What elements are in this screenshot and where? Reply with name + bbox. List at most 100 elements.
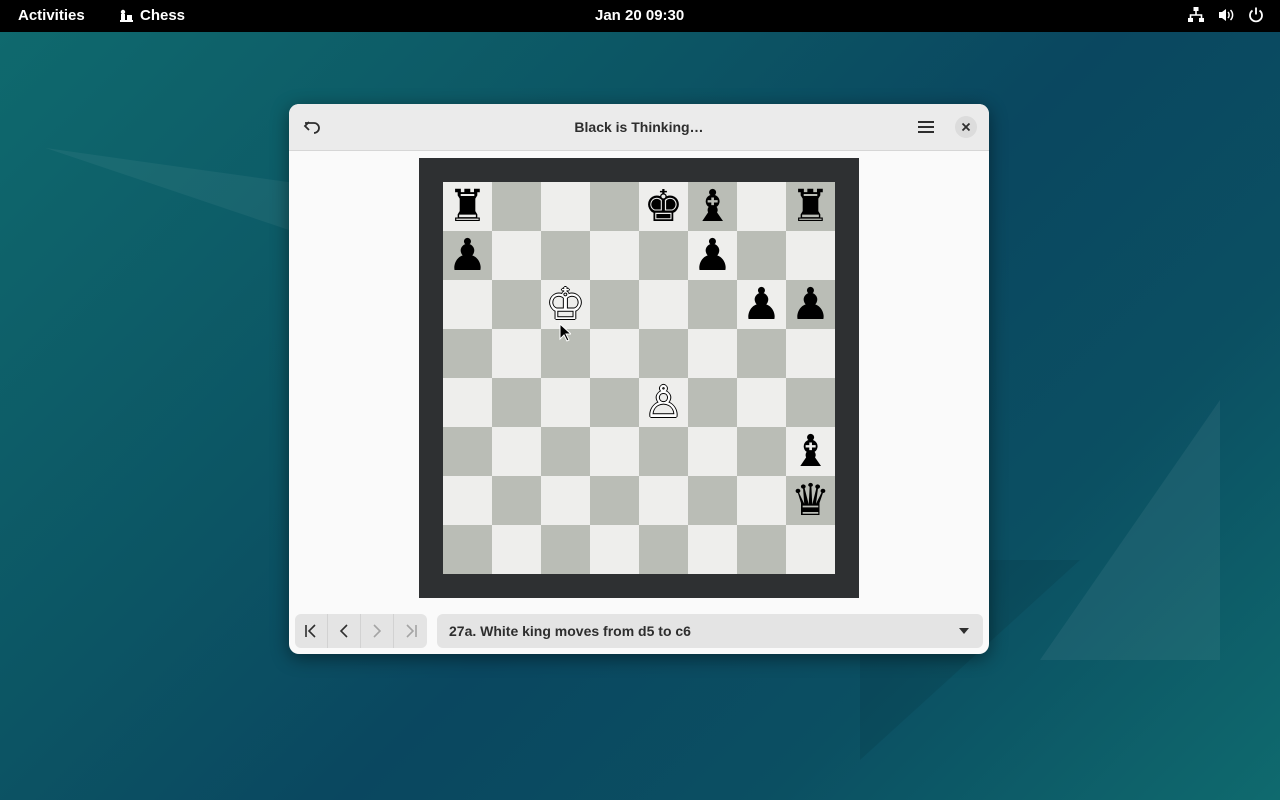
main-menu-button[interactable]: [913, 114, 939, 140]
board-square-e8[interactable]: ♚: [639, 182, 688, 231]
black-piece[interactable]: ♝: [693, 184, 732, 229]
wallpaper-shape: [1040, 400, 1220, 660]
next-move-button[interactable]: [361, 614, 394, 648]
chess-board[interactable]: ♜ ♚ ♝ ♜ ♟ ♟ ♔ ♟ ♟ ♙ ♝ ♛: [443, 182, 835, 574]
black-piece[interactable]: ♟: [693, 233, 732, 278]
board-square-g2[interactable]: [737, 476, 786, 525]
board-square-a6[interactable]: [443, 280, 492, 329]
board-square-d3[interactable]: [590, 427, 639, 476]
chess-board-frame: ♜ ♚ ♝ ♜ ♟ ♟ ♔ ♟ ♟ ♙ ♝ ♛: [419, 158, 859, 598]
black-piece[interactable]: ♜: [448, 184, 487, 229]
board-square-g6[interactable]: ♟: [737, 280, 786, 329]
black-piece[interactable]: ♛: [791, 478, 830, 523]
board-square-g4[interactable]: [737, 378, 786, 427]
board-square-c1[interactable]: [541, 525, 590, 574]
board-square-f3[interactable]: [688, 427, 737, 476]
network-icon[interactable]: [1186, 5, 1206, 25]
board-square-e5[interactable]: [639, 329, 688, 378]
hamburger-icon: [918, 121, 934, 133]
board-square-g7[interactable]: [737, 231, 786, 280]
last-move-button[interactable]: [394, 614, 427, 648]
board-square-b8[interactable]: [492, 182, 541, 231]
board-square-d5[interactable]: [590, 329, 639, 378]
board-square-e6[interactable]: [639, 280, 688, 329]
board-square-f6[interactable]: [688, 280, 737, 329]
board-square-c8[interactable]: [541, 182, 590, 231]
board-square-d4[interactable]: [590, 378, 639, 427]
board-square-g5[interactable]: [737, 329, 786, 378]
current-move-label: 27a. White king moves from d5 to c6: [449, 623, 691, 639]
board-square-c6[interactable]: ♔: [541, 280, 590, 329]
close-button[interactable]: [955, 116, 977, 138]
board-square-e4[interactable]: ♙: [639, 378, 688, 427]
black-piece[interactable]: ♟: [791, 282, 830, 327]
board-square-d7[interactable]: [590, 231, 639, 280]
board-square-c3[interactable]: [541, 427, 590, 476]
board-square-f8[interactable]: ♝: [688, 182, 737, 231]
board-square-b3[interactable]: [492, 427, 541, 476]
dropdown-arrow-icon: [959, 628, 969, 634]
board-square-h5[interactable]: [786, 329, 835, 378]
board-square-b5[interactable]: [492, 329, 541, 378]
board-square-f2[interactable]: [688, 476, 737, 525]
board-square-d1[interactable]: [590, 525, 639, 574]
board-square-g3[interactable]: [737, 427, 786, 476]
board-square-a4[interactable]: [443, 378, 492, 427]
black-piece[interactable]: ♚: [644, 184, 683, 229]
board-square-a1[interactable]: [443, 525, 492, 574]
board-square-a8[interactable]: ♜: [443, 182, 492, 231]
board-square-h7[interactable]: [786, 231, 835, 280]
board-square-e2[interactable]: [639, 476, 688, 525]
board-square-e3[interactable]: [639, 427, 688, 476]
board-square-b4[interactable]: [492, 378, 541, 427]
board-square-f4[interactable]: [688, 378, 737, 427]
black-piece[interactable]: ♝: [791, 429, 830, 474]
white-piece[interactable]: ♔: [546, 282, 585, 327]
board-square-f7[interactable]: ♟: [688, 231, 737, 280]
board-square-a2[interactable]: [443, 476, 492, 525]
move-history-dropdown[interactable]: 27a. White king moves from d5 to c6: [437, 614, 983, 648]
board-square-a5[interactable]: [443, 329, 492, 378]
board-square-a3[interactable]: [443, 427, 492, 476]
board-square-h3[interactable]: ♝: [786, 427, 835, 476]
board-square-g1[interactable]: [737, 525, 786, 574]
volume-icon[interactable]: [1216, 5, 1236, 25]
board-square-d6[interactable]: [590, 280, 639, 329]
board-square-b7[interactable]: [492, 231, 541, 280]
board-square-c7[interactable]: [541, 231, 590, 280]
black-piece[interactable]: ♟: [742, 282, 781, 327]
board-square-h4[interactable]: [786, 378, 835, 427]
black-piece[interactable]: ♟: [448, 233, 487, 278]
header-bar: Black is Thinking…: [289, 104, 989, 151]
board-square-f5[interactable]: [688, 329, 737, 378]
chess-app-icon: [120, 9, 133, 22]
clock[interactable]: Jan 20 09:30: [595, 7, 684, 24]
board-square-h2[interactable]: ♛: [786, 476, 835, 525]
board-square-f1[interactable]: [688, 525, 737, 574]
board-square-c2[interactable]: [541, 476, 590, 525]
board-square-c4[interactable]: [541, 378, 590, 427]
app-menu[interactable]: Chess: [118, 7, 185, 24]
power-icon[interactable]: [1246, 5, 1266, 25]
board-square-h8[interactable]: ♜: [786, 182, 835, 231]
board-square-b1[interactable]: [492, 525, 541, 574]
board-square-e7[interactable]: [639, 231, 688, 280]
board-square-e1[interactable]: [639, 525, 688, 574]
activities-button[interactable]: Activities: [18, 7, 85, 24]
mouse-pointer-icon: [559, 323, 571, 342]
system-tray[interactable]: [1186, 5, 1266, 25]
history-navigation: [295, 614, 427, 648]
first-move-button[interactable]: [295, 614, 328, 648]
board-square-d2[interactable]: [590, 476, 639, 525]
white-piece[interactable]: ♙: [644, 380, 683, 425]
board-square-a7[interactable]: ♟: [443, 231, 492, 280]
go-first-icon: [305, 624, 316, 638]
black-piece[interactable]: ♜: [791, 184, 830, 229]
board-square-h1[interactable]: [786, 525, 835, 574]
board-square-h6[interactable]: ♟: [786, 280, 835, 329]
board-square-b6[interactable]: [492, 280, 541, 329]
board-square-g8[interactable]: [737, 182, 786, 231]
board-square-d8[interactable]: [590, 182, 639, 231]
previous-move-button[interactable]: [328, 614, 361, 648]
board-square-b2[interactable]: [492, 476, 541, 525]
